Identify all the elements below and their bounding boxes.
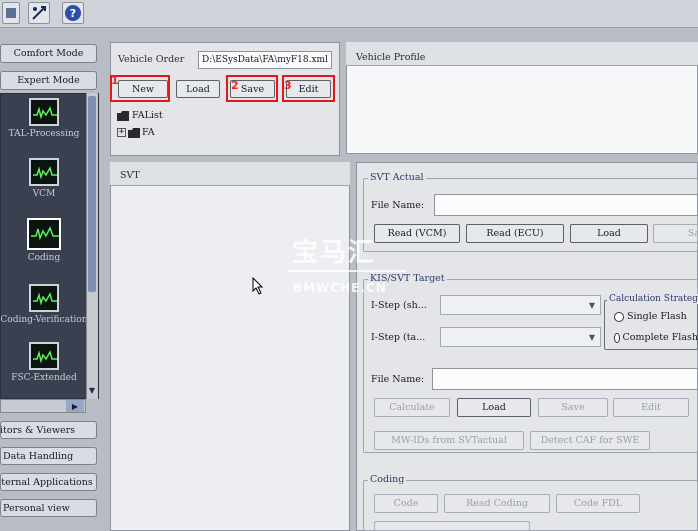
code-button[interactable]: Code xyxy=(374,494,438,513)
nav-item-coding[interactable]: Coding xyxy=(1,218,87,263)
code-fdl-button[interactable]: Code FDL xyxy=(556,494,640,513)
watermark-rule xyxy=(288,270,406,272)
external-applications-button[interactable]: External Applications xyxy=(0,473,97,491)
detect-caf-button[interactable]: Detect CAF for SWE xyxy=(530,431,650,450)
istep-target-label: I-Step (ta... xyxy=(371,332,426,343)
istep-shipment-select[interactable] xyxy=(440,295,601,315)
mouse-cursor-icon xyxy=(252,277,264,295)
expand-icon[interactable]: + xyxy=(117,128,126,137)
istep-shipment-label: I-Step (sh... xyxy=(371,300,427,311)
oscilloscope-icon xyxy=(29,158,59,186)
svt-actual-file-label: File Name: xyxy=(371,200,425,211)
main-toolbar xyxy=(0,0,698,28)
svt-actual-load-button[interactable]: Load xyxy=(570,224,648,243)
data-handling-button[interactable]: Data Handling xyxy=(0,447,97,465)
vehicle-profile-title: Vehicle Profile xyxy=(356,52,426,63)
read-vcm-button[interactable]: Read (VCM) xyxy=(374,224,460,243)
single-flash-radio[interactable]: Single Flash xyxy=(614,311,687,322)
folder-icon xyxy=(117,110,129,121)
scroll-right-icon[interactable]: ▶ xyxy=(66,400,84,412)
complete-flash-radio[interactable]: Complete Flash xyxy=(614,332,698,343)
vehicle-order-title: Vehicle Order xyxy=(118,54,185,65)
svt-panel xyxy=(110,162,350,531)
editors-viewers-button[interactable]: Editors & Viewers xyxy=(0,421,97,439)
app-icon[interactable] xyxy=(2,2,20,24)
nav-item-vcm[interactable]: VCM xyxy=(1,158,87,199)
nav-label: TAL-Processing xyxy=(8,129,80,139)
svt-actual-file-input[interactable] xyxy=(434,194,698,216)
nav-label: Coding xyxy=(27,253,61,263)
nav-item-coding-verification[interactable]: Coding-Verification xyxy=(0,284,88,325)
svt-target-save-button[interactable]: Save xyxy=(538,398,608,417)
radio-icon xyxy=(614,311,624,322)
mw-ids-button[interactable]: MW-IDs from SVTactual xyxy=(374,431,524,450)
scroll-down-icon[interactable]: ▼ xyxy=(86,384,98,396)
oscilloscope-icon xyxy=(29,284,59,312)
coding-title: Coding xyxy=(368,474,407,485)
istep-target-select[interactable] xyxy=(440,327,601,347)
tree-node-fa[interactable]: + FA xyxy=(117,127,155,138)
step-badge-2: 2 xyxy=(231,79,239,92)
coding-extra-button[interactable] xyxy=(374,521,530,531)
tree-node-falist[interactable]: FAList xyxy=(117,110,163,121)
oscilloscope-icon xyxy=(27,218,61,250)
nav-scrollbar-thumb[interactable] xyxy=(88,96,96,292)
step-badge-3: 3 xyxy=(284,79,292,92)
comfort-mode-button[interactable]: Comfort Mode xyxy=(0,44,97,63)
help-button[interactable]: ? xyxy=(62,2,84,24)
oscilloscope-icon xyxy=(29,342,59,370)
chevron-down-icon[interactable]: ▼ xyxy=(584,329,600,345)
svt-actual-title: SVT Actual xyxy=(368,172,426,183)
chevron-down-icon[interactable]: ▼ xyxy=(584,297,600,313)
help-icon: ? xyxy=(65,5,81,21)
load-button[interactable]: Load xyxy=(176,80,220,98)
svt-target-edit-button[interactable]: Edit xyxy=(613,398,689,417)
personal-view-button[interactable]: Personal view xyxy=(0,499,97,517)
step-badge-1: 1 xyxy=(111,74,119,87)
radio-icon xyxy=(614,332,620,343)
vehicle-order-path-field[interactable]: D:\ESysData\FA\myF18.xml xyxy=(198,51,332,69)
watermark-logo: 宝马汇 xyxy=(292,238,377,268)
svt-target-load-button[interactable]: Load xyxy=(457,398,531,417)
expert-mode-button[interactable]: Expert Mode xyxy=(0,71,97,90)
svt-target-file-label: File Name: xyxy=(371,374,425,385)
expert-nav-panel: TAL-Processing VCM Coding Coding-Verific… xyxy=(0,93,99,399)
read-ecu-button[interactable]: Read (ECU) xyxy=(466,224,564,243)
connection-icon[interactable] xyxy=(28,2,50,24)
oscilloscope-icon xyxy=(29,98,59,126)
nav-item-fsc-extended[interactable]: FSC-Extended xyxy=(1,342,87,383)
folder-icon xyxy=(128,127,140,138)
nav-label: Coding-Verification xyxy=(0,315,88,325)
nav-item-tal-processing[interactable]: TAL-Processing xyxy=(1,98,87,139)
svt-actual-save-button[interactable]: Save xyxy=(653,224,698,243)
svt-header xyxy=(110,162,350,186)
calculate-button[interactable]: Calculate xyxy=(374,398,450,417)
read-coding-button[interactable]: Read Coding xyxy=(444,494,550,513)
svt-target-file-input[interactable] xyxy=(432,368,698,390)
svt-title: SVT xyxy=(120,170,140,181)
calc-strategy-title: Calculation Strategy xyxy=(607,294,698,304)
nav-label: VCM xyxy=(32,189,56,199)
new-button[interactable]: New xyxy=(118,80,168,98)
nav-label: FSC-Extended xyxy=(11,373,77,383)
watermark-text: BMWCHE.CN xyxy=(293,281,387,295)
